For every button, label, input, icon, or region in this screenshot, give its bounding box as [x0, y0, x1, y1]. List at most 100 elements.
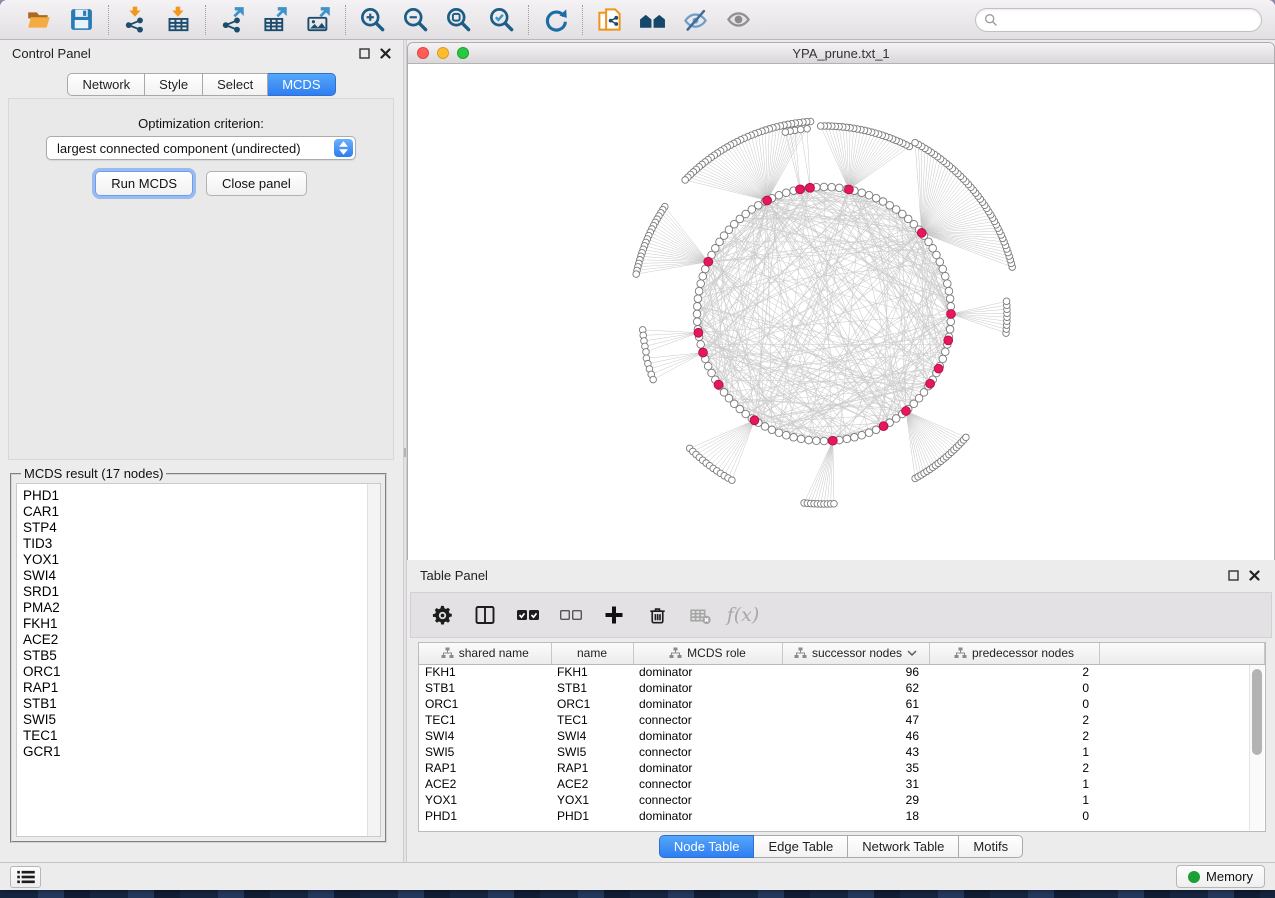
mcds-graph-node[interactable] — [926, 379, 935, 388]
mcds-graph-node[interactable] — [704, 257, 713, 266]
table-row[interactable]: SWI5SWI5connector431 — [419, 744, 1265, 760]
graph-node[interactable] — [820, 437, 828, 445]
graph-node[interactable] — [693, 303, 701, 311]
table-row[interactable]: ORC1ORC1dominator610 — [419, 696, 1265, 712]
mcds-result-item[interactable]: YOX1 — [23, 552, 380, 568]
table-row[interactable]: SWI4SWI4dominator462 — [419, 728, 1265, 744]
mcds-graph-node[interactable] — [750, 416, 759, 425]
graph-node[interactable] — [945, 287, 953, 295]
save-icon[interactable] — [68, 6, 95, 33]
graph-node[interactable] — [817, 123, 824, 130]
tab-motifs[interactable]: Motifs — [959, 835, 1023, 858]
mcds-result-item[interactable]: TEC1 — [23, 728, 380, 744]
graph-node[interactable] — [941, 272, 949, 280]
search-box[interactable] — [975, 8, 1262, 32]
mcds-result-item[interactable]: STP4 — [23, 520, 380, 536]
tab-mcds[interactable]: MCDS — [268, 73, 335, 96]
maximize-window-icon[interactable] — [457, 47, 469, 59]
mcds-result-item[interactable]: PHD1 — [23, 488, 380, 504]
graph-node[interactable] — [775, 191, 783, 199]
column-layout-icon[interactable] — [472, 602, 498, 628]
graph-node[interactable] — [820, 183, 828, 191]
mcds-graph-node[interactable] — [694, 328, 703, 337]
graph-node[interactable] — [693, 318, 701, 326]
graph-node[interactable] — [790, 434, 798, 442]
graph-node[interactable] — [912, 139, 919, 146]
graph-node[interactable] — [947, 318, 955, 326]
graph-node[interactable] — [879, 198, 887, 206]
graph-node[interactable] — [782, 431, 790, 439]
table-row[interactable]: RAP1RAP1dominator352 — [419, 760, 1265, 776]
graph-node[interactable] — [805, 436, 813, 444]
graph-node[interactable] — [729, 477, 736, 484]
mcds-graph-node[interactable] — [806, 183, 815, 192]
mcds-graph-node[interactable] — [844, 185, 853, 194]
close-table-panel-icon[interactable] — [1248, 569, 1260, 581]
export-table-icon[interactable] — [262, 6, 289, 33]
network-window-titlebar[interactable]: YPA_prune.txt_1 — [408, 43, 1274, 64]
graph-node[interactable] — [697, 280, 705, 288]
first-neighbors-icon[interactable] — [639, 6, 666, 33]
graph-node[interactable] — [865, 429, 873, 437]
mcds-graph-node[interactable] — [879, 422, 888, 431]
graph-node[interactable] — [858, 189, 866, 197]
graph-node[interactable] — [633, 271, 640, 278]
graph-node[interactable] — [939, 355, 947, 363]
tab-style[interactable]: Style — [145, 73, 203, 96]
mcds-graph-node[interactable] — [934, 364, 943, 373]
column-header-name[interactable]: name — [551, 643, 633, 664]
graph-node[interactable] — [944, 280, 952, 288]
graph-node[interactable] — [963, 434, 970, 441]
graph-node[interactable] — [797, 435, 805, 443]
tab-edge-table[interactable]: Edge Table — [754, 835, 848, 858]
table-scrollbar-thumb[interactable] — [1252, 669, 1262, 755]
graph-node[interactable] — [782, 189, 790, 197]
unselect-all-columns-icon[interactable] — [558, 602, 584, 628]
mcds-list-scrollbar[interactable] — [367, 484, 380, 836]
tab-select[interactable]: Select — [203, 73, 268, 96]
graph-node[interactable] — [831, 500, 838, 507]
graph-node[interactable] — [1003, 298, 1010, 305]
zoom-out-icon[interactable] — [402, 6, 429, 33]
mcds-result-item[interactable]: FKH1 — [23, 616, 380, 632]
table-row[interactable]: YOX1YOX1connector291 — [419, 792, 1265, 808]
graph-node[interactable] — [828, 183, 836, 191]
mcds-graph-node[interactable] — [714, 380, 723, 389]
graph-node[interactable] — [836, 184, 844, 192]
mcds-result-item[interactable]: SWI5 — [23, 712, 380, 728]
mcds-result-item[interactable]: PMA2 — [23, 600, 380, 616]
hide-selected-icon[interactable] — [682, 6, 709, 33]
column-header-predecessor-nodes[interactable]: predecessor nodes — [929, 643, 1099, 664]
criterion-dropdown[interactable]: largest connected component (undirected) — [46, 136, 356, 160]
delete-column-icon[interactable] — [644, 602, 670, 628]
graph-node[interactable] — [804, 125, 811, 132]
close-panel-button[interactable]: Close panel — [206, 171, 307, 196]
mcds-result-item[interactable]: TID3 — [23, 536, 380, 552]
mcds-result-item[interactable]: ORC1 — [23, 664, 380, 680]
table-row[interactable]: TEC1TEC1connector472 — [419, 712, 1265, 728]
graph-node[interactable] — [851, 434, 859, 442]
tab-network[interactable]: Network — [67, 73, 145, 96]
search-input[interactable] — [1003, 13, 1253, 28]
graph-node[interactable] — [782, 129, 789, 136]
graph-node[interactable] — [865, 191, 873, 199]
table-scrollbar[interactable] — [1249, 665, 1264, 830]
delete-table-icon[interactable] — [687, 602, 713, 628]
network-canvas[interactable] — [408, 64, 1274, 559]
memory-button[interactable]: Memory — [1176, 865, 1265, 888]
mcds-result-item[interactable]: GCR1 — [23, 744, 380, 760]
mcds-result-item[interactable]: STB1 — [23, 696, 380, 712]
graph-node[interactable] — [941, 348, 949, 356]
graph-node[interactable] — [936, 258, 944, 266]
graph-node[interactable] — [697, 341, 705, 349]
mcds-graph-node[interactable] — [763, 196, 772, 205]
column-header-shared-name[interactable]: shared name — [419, 643, 551, 664]
add-column-icon[interactable] — [601, 602, 627, 628]
mcds-graph-node[interactable] — [947, 310, 956, 319]
graph-node[interactable] — [872, 194, 880, 202]
export-network-icon[interactable] — [219, 6, 246, 33]
graph-node[interactable] — [682, 177, 689, 184]
graph-node[interactable] — [797, 126, 804, 133]
graph-node[interactable] — [699, 272, 707, 280]
graph-node[interactable] — [650, 376, 657, 383]
